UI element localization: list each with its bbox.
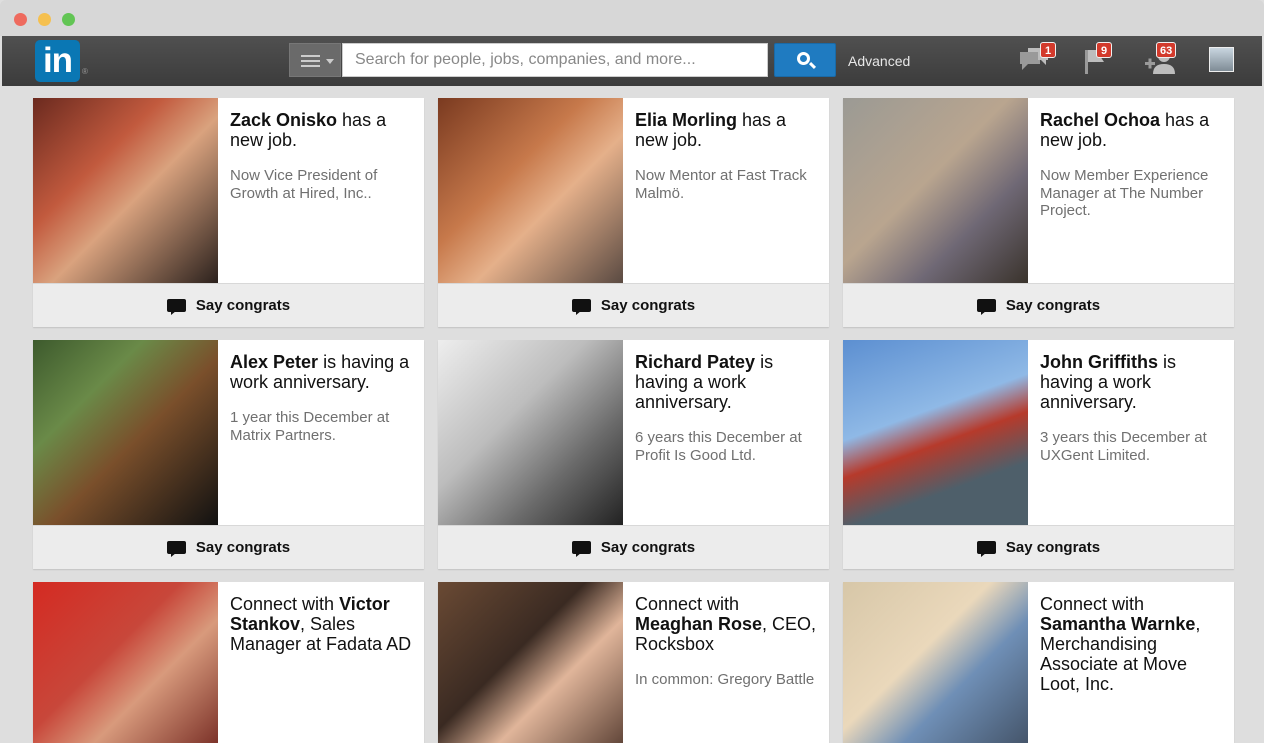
person-name[interactable]: Samantha Warnke xyxy=(1040,614,1195,634)
card-detail: 6 years this December at Profit Is Good … xyxy=(635,429,802,464)
profile-photo[interactable] xyxy=(33,340,218,525)
chat-bubble-icon xyxy=(571,541,591,557)
update-card: Elia Morling has a new job. Now Mentor a… xyxy=(438,98,829,327)
profile-photo[interactable] xyxy=(438,98,623,283)
update-card: John Griffiths is having a work annivers… xyxy=(843,340,1234,569)
person-name[interactable]: Zack Onisko xyxy=(230,110,337,130)
say-congrats-button[interactable]: Say congrats xyxy=(33,283,424,327)
say-congrats-button[interactable]: Say congrats xyxy=(843,283,1234,327)
card-headline: Connect with Meaghan Rose, CEO, Rocksbox xyxy=(635,594,817,654)
card-detail: 3 years this December at UXGent Limited. xyxy=(1040,429,1207,464)
chat-bubble-icon xyxy=(166,541,186,557)
card-detail: Now Vice President of Growth at Hired, I… xyxy=(230,167,378,202)
card-headline: Rachel Ochoa has a new job. xyxy=(1040,110,1210,150)
search-category-dropdown[interactable] xyxy=(289,43,341,77)
messages-badge: 1 xyxy=(1040,42,1056,58)
profile-photo[interactable] xyxy=(33,582,218,743)
chat-bubble-icon xyxy=(571,299,591,315)
update-card: Richard Patey is having a work anniversa… xyxy=(438,340,829,569)
profile-photo[interactable] xyxy=(438,340,623,525)
card-headline: Zack Onisko has a new job. xyxy=(230,110,387,150)
window-titlebar xyxy=(0,0,1264,36)
say-congrats-button[interactable]: Say congrats xyxy=(438,525,829,569)
zoom-window-button[interactable] xyxy=(62,13,75,26)
connections-button[interactable]: 63 xyxy=(1144,42,1177,76)
card-headline: Elia Morling has a new job. xyxy=(635,110,787,150)
connect-card: Connect with Victor Stankov, Sales Manag… xyxy=(33,582,424,743)
card-headline: Richard Patey is having a work anniversa… xyxy=(635,352,774,412)
notifications-badge: 9 xyxy=(1096,42,1112,58)
chat-bubble-icon xyxy=(976,541,996,557)
say-congrats-button[interactable]: Say congrats xyxy=(438,283,829,327)
menu-icon xyxy=(301,55,320,67)
card-detail: Now Member Experience Manager at The Num… xyxy=(1040,167,1209,219)
search-input[interactable] xyxy=(342,43,768,77)
profile-photo[interactable] xyxy=(843,340,1028,525)
say-congrats-button[interactable]: Say congrats xyxy=(843,525,1234,569)
update-card: Zack Onisko has a new job. Now Vice Pres… xyxy=(33,98,424,327)
connect-card: Connect with Samantha Warnke, Merchandis… xyxy=(843,582,1234,743)
registered-mark: ® xyxy=(82,67,88,76)
person-name[interactable]: Meaghan Rose xyxy=(635,614,762,634)
close-window-button[interactable] xyxy=(14,13,27,26)
card-detail: Now Mentor at Fast Track Malmö. xyxy=(635,167,807,202)
say-congrats-button[interactable]: Say congrats xyxy=(33,525,424,569)
chevron-down-icon xyxy=(326,59,334,64)
notifications-button[interactable]: 9 xyxy=(1082,42,1114,76)
minimize-window-button[interactable] xyxy=(38,13,51,26)
person-name[interactable]: Elia Morling xyxy=(635,110,737,130)
card-headline: Connect with Victor Stankov, Sales Manag… xyxy=(230,594,412,654)
chat-bubble-icon xyxy=(976,299,996,315)
card-headline: Connect with Samantha Warnke, Merchandis… xyxy=(1040,594,1201,694)
profile-photo[interactable] xyxy=(33,98,218,283)
messages-button[interactable]: 1 xyxy=(1018,42,1056,76)
update-card: Rachel Ochoa has a new job. Now Member E… xyxy=(843,98,1234,327)
profile-photo[interactable] xyxy=(438,582,623,743)
card-headline: Alex Peter is having a work anniversary. xyxy=(230,352,410,392)
advanced-search-link[interactable]: Advanced xyxy=(848,53,910,69)
update-card: Alex Peter is having a work anniversary.… xyxy=(33,340,424,569)
profile-photo[interactable] xyxy=(843,98,1028,283)
profile-avatar[interactable] xyxy=(1209,47,1234,72)
card-detail: In common: Gregory Battle xyxy=(635,671,815,688)
card-headline: John Griffiths is having a work annivers… xyxy=(1040,352,1176,412)
top-navbar: in ® Advanced 1 9 63 xyxy=(2,36,1262,86)
connections-badge: 63 xyxy=(1156,42,1177,58)
person-name[interactable]: John Griffiths xyxy=(1040,352,1158,372)
linkedin-logo[interactable]: in xyxy=(35,40,80,82)
connect-card: Connect with Meaghan Rose, CEO, Rocksbox… xyxy=(438,582,829,743)
person-name[interactable]: Rachel Ochoa xyxy=(1040,110,1160,130)
search-button[interactable] xyxy=(774,43,836,77)
profile-photo[interactable] xyxy=(843,582,1028,743)
chat-bubble-icon xyxy=(166,299,186,315)
card-detail: 1 year this December at Matrix Partners. xyxy=(230,409,390,444)
person-name[interactable]: Richard Patey xyxy=(635,352,755,372)
person-name[interactable]: Alex Peter xyxy=(230,352,318,372)
